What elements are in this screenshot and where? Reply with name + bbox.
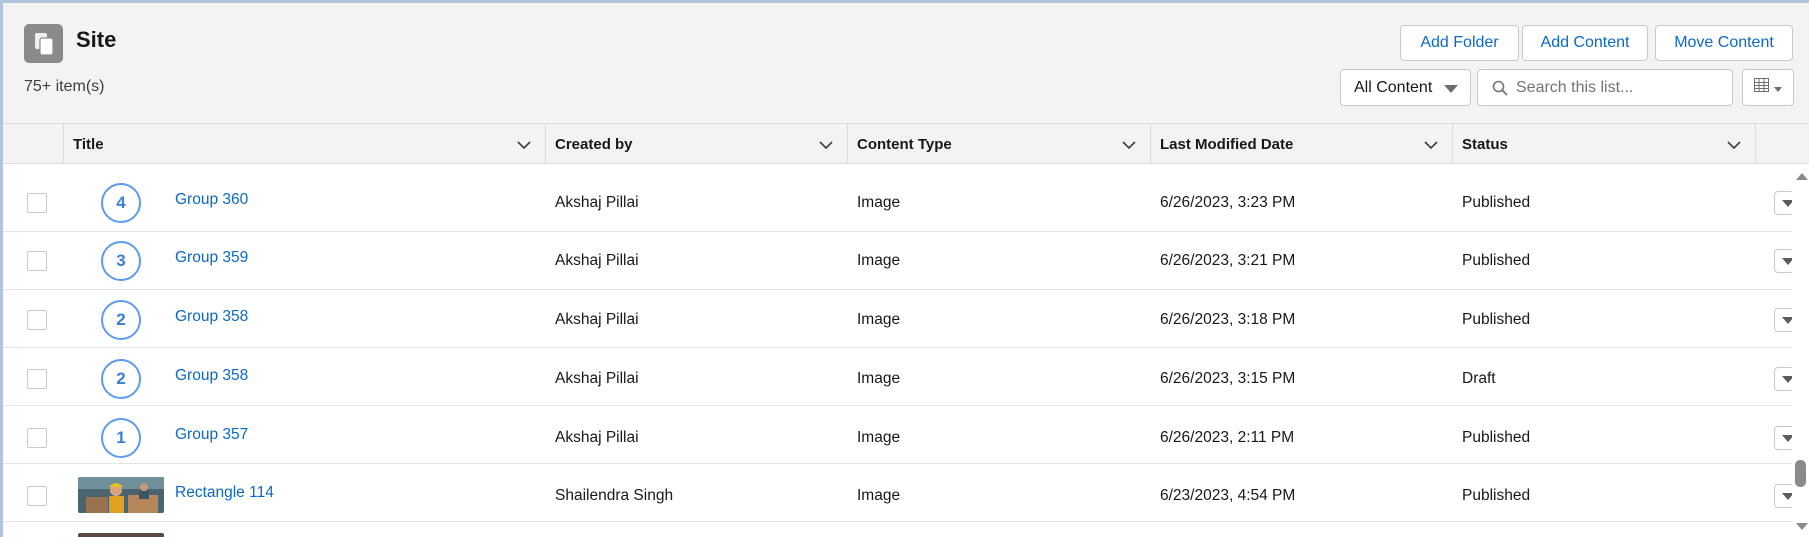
last-modified-cell: 6/26/2023, 3:23 PM: [1160, 194, 1296, 211]
search-input[interactable]: [1516, 78, 1716, 98]
search-box[interactable]: [1477, 69, 1733, 106]
content-list-panel: Site 75+ item(s) Add Folder Add Content …: [0, 0, 1809, 537]
row-checkbox[interactable]: [27, 310, 47, 330]
created-by-cell: Akshaj Pillai: [555, 252, 639, 269]
status-cell: Published: [1462, 487, 1531, 504]
title-link[interactable]: Group 359: [175, 249, 248, 267]
column-header-content-type[interactable]: Content Type: [847, 124, 1150, 164]
last-modified-cell: 6/26/2023, 3:15 PM: [1160, 370, 1296, 387]
column-label: Content Type: [857, 135, 952, 153]
created-by-cell: Akshaj Pillai: [555, 194, 639, 211]
table-row[interactable]: 2 Group 358 Akshaj Pillai Image 6/26/202…: [3, 290, 1802, 348]
column-header-last-modified[interactable]: Last Modified Date: [1150, 124, 1452, 164]
table-row[interactable]: 1 Group 357 Akshaj Pillai Image 6/26/202…: [3, 406, 1802, 464]
content-type-cell: Image: [857, 429, 901, 446]
status-cell: Published: [1462, 429, 1531, 446]
scroll-up-icon[interactable]: [1796, 173, 1808, 180]
add-folder-button[interactable]: Add Folder: [1400, 25, 1519, 61]
folder-number-badge: 2: [101, 300, 141, 340]
title-link[interactable]: Group 358: [175, 367, 248, 385]
page-title: Site: [76, 27, 117, 52]
select-all-column: [3, 124, 63, 164]
row-checkbox[interactable]: [27, 369, 47, 389]
table-row[interactable]: 2 Group 358 Akshaj Pillai Image 6/26/202…: [3, 348, 1802, 406]
folder-number-badge: 4: [101, 183, 141, 223]
move-content-button[interactable]: Move Content: [1655, 25, 1793, 61]
folder-number-badge: 2: [101, 359, 141, 399]
column-header-title[interactable]: Title: [63, 124, 545, 164]
status-cell: Published: [1462, 252, 1531, 269]
title-link[interactable]: Group 358: [175, 308, 248, 326]
row-actions-column: [1755, 124, 1809, 164]
list-header: Site 75+ item(s) Add Folder Add Content …: [3, 3, 1809, 124]
table-row[interactable]: 4 Group 360 Akshaj Pillai Image 6/26/202…: [3, 174, 1802, 232]
caret-down-icon: [1444, 85, 1458, 93]
content-filter-value: All Content: [1354, 78, 1433, 96]
last-modified-cell: 6/23/2023, 4:54 PM: [1160, 487, 1296, 504]
title-link[interactable]: Rectangle 114: [175, 484, 274, 502]
content-type-cell: Image: [857, 487, 901, 504]
status-cell: Published: [1462, 194, 1531, 211]
folder-number-badge: 3: [101, 241, 141, 281]
image-thumbnail: [78, 477, 164, 513]
chevron-down-icon[interactable]: [819, 137, 833, 154]
table-icon: [1754, 78, 1769, 97]
created-by-cell: Akshaj Pillai: [555, 370, 639, 387]
item-count: 75+ item(s): [24, 78, 105, 95]
column-header-created-by[interactable]: Created by: [545, 124, 847, 164]
table-header: Title Created by Content Type Last Modif…: [3, 124, 1809, 164]
site-icon: [24, 24, 63, 63]
column-header-status[interactable]: Status: [1452, 124, 1755, 164]
column-label: Title: [73, 135, 104, 153]
search-icon: [1492, 80, 1508, 101]
content-type-cell: Image: [857, 370, 901, 387]
chevron-down-icon[interactable]: [1727, 137, 1741, 154]
table-row[interactable]: Rectangle 114 Shailendra Singh Image 6/2…: [3, 464, 1802, 522]
created-by-cell: Akshaj Pillai: [555, 429, 639, 446]
content-type-cell: Image: [857, 311, 901, 328]
title-link[interactable]: Group 357: [175, 426, 248, 444]
chevron-down-icon[interactable]: [517, 137, 531, 154]
status-cell: Published: [1462, 311, 1531, 328]
row-checkbox[interactable]: [27, 251, 47, 271]
created-by-cell: Akshaj Pillai: [555, 311, 639, 328]
status-cell: Draft: [1462, 370, 1496, 387]
last-modified-cell: 6/26/2023, 3:21 PM: [1160, 252, 1296, 269]
content-type-cell: Image: [857, 252, 901, 269]
scrollbar-thumb[interactable]: [1795, 460, 1806, 487]
column-label: Last Modified Date: [1160, 135, 1294, 153]
caret-down-icon: [1774, 79, 1782, 97]
row-checkbox[interactable]: [27, 486, 47, 506]
column-label: Status: [1462, 135, 1508, 153]
row-checkbox[interactable]: [27, 193, 47, 213]
last-modified-cell: 6/26/2023, 3:18 PM: [1160, 311, 1296, 328]
table-row[interactable]: 3 Group 359 Akshaj Pillai Image 6/26/202…: [3, 232, 1802, 290]
last-modified-cell: 6/26/2023, 2:11 PM: [1160, 429, 1295, 446]
column-label: Created by: [555, 135, 633, 153]
image-thumbnail: [78, 533, 164, 537]
content-type-cell: Image: [857, 194, 901, 211]
scroll-down-icon[interactable]: [1796, 523, 1808, 530]
display-as-button[interactable]: [1742, 69, 1794, 106]
created-by-cell: Shailendra Singh: [555, 487, 674, 504]
row-checkbox[interactable]: [27, 428, 47, 448]
vertical-scrollbar[interactable]: [1792, 170, 1809, 537]
chevron-down-icon[interactable]: [1122, 137, 1136, 154]
folder-number-badge: 1: [101, 418, 141, 458]
content-filter-select[interactable]: All Content: [1340, 69, 1471, 106]
title-link[interactable]: Group 360: [175, 191, 248, 209]
add-content-button[interactable]: Add Content: [1522, 25, 1648, 61]
chevron-down-icon[interactable]: [1424, 137, 1438, 154]
